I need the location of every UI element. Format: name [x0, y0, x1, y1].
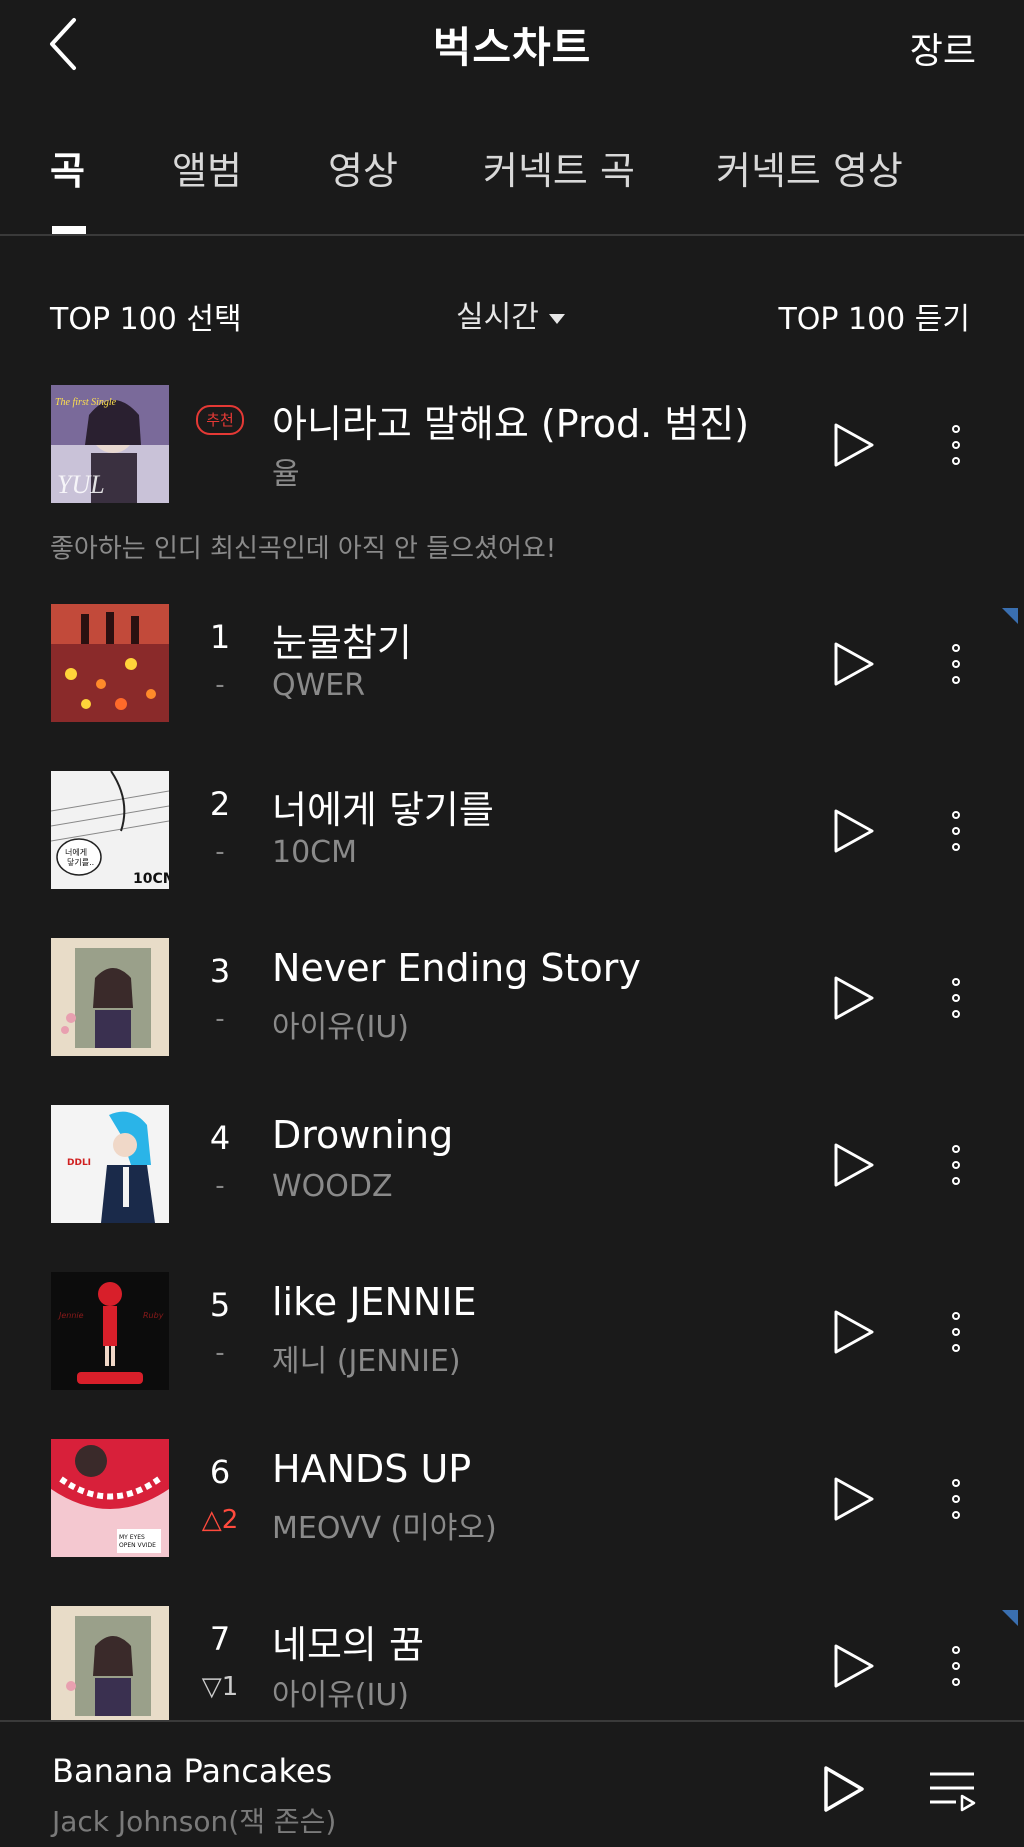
rank-change: -	[215, 1004, 225, 1034]
play-icon[interactable]	[832, 807, 876, 855]
artist-name[interactable]: MEOVV (미야오)	[272, 1503, 497, 1547]
artist-name[interactable]: 아이유(IU)	[272, 1002, 409, 1046]
recommend-badge: 추천	[196, 405, 244, 435]
artist-name[interactable]: QWER	[272, 668, 365, 703]
more-options-icon[interactable]	[946, 1310, 966, 1354]
rank-number: 2	[209, 785, 231, 823]
svg-text:DDLI: DDLI	[67, 1158, 91, 1168]
album-art: MY EYES OPEN VVIDE	[51, 1439, 169, 1557]
chart-row[interactable]: 1 - 눈물참기 QWER	[0, 604, 1024, 722]
artist-name[interactable]: 율	[272, 449, 300, 493]
song-title: like JENNIE	[272, 1280, 477, 1324]
chart-row[interactable]: Jennie Ruby 5 - like JENNIE 제니 (JENNIE)	[0, 1272, 1024, 1390]
rank-number: 6	[209, 1453, 231, 1491]
rank-number: 4	[209, 1119, 231, 1157]
more-options-icon[interactable]	[946, 1477, 966, 1521]
tab-connect-songs[interactable]: 커넥트 곡	[483, 140, 635, 195]
album-art: Jennie Ruby	[51, 1272, 169, 1390]
more-options-icon[interactable]	[946, 809, 966, 853]
now-playing-title: Banana Pancakes	[52, 1752, 333, 1790]
rank-number: 5	[209, 1286, 231, 1324]
period-dropdown[interactable]: 실시간	[456, 292, 565, 336]
song-title: 네모의 꿈	[272, 1623, 424, 1667]
caret-down-icon	[548, 313, 565, 324]
play-icon[interactable]	[832, 1475, 876, 1523]
recommended-row[interactable]: YUL The first Single 추천 아니라고 말해요 (Prod. …	[0, 385, 1024, 503]
more-options-icon[interactable]	[946, 1143, 966, 1187]
song-title: 너에게 닿기를	[272, 788, 494, 832]
chart-controls: TOP 100 선택 실시간 TOP 100 듣기	[0, 290, 1024, 340]
album-art	[51, 604, 169, 722]
chart-row[interactable]: 7 ▽1 네모의 꿈 아이유(IU)	[0, 1606, 1024, 1724]
svg-text:YUL: YUL	[57, 470, 105, 499]
corner-marker	[1002, 1610, 1018, 1626]
more-options-icon[interactable]	[946, 1644, 966, 1688]
song-title: Drowning	[272, 1113, 454, 1157]
more-options-icon[interactable]	[946, 976, 966, 1020]
svg-text:Ruby: Ruby	[143, 1311, 164, 1320]
rank-change: -	[215, 670, 225, 700]
svg-text:닿기를..: 닿기를..	[67, 858, 94, 867]
album-art: YUL The first Single	[51, 385, 169, 503]
tab-connect-videos[interactable]: 커넥트 영상	[716, 140, 903, 195]
album-art: DDLI	[51, 1105, 169, 1223]
artist-name[interactable]: 제니 (JENNIE)	[272, 1336, 461, 1380]
svg-text:10CM: 10CM	[133, 871, 169, 887]
tab-albums[interactable]: 앨범	[172, 140, 242, 195]
rank-number: 1	[209, 618, 231, 656]
play-icon[interactable]	[832, 1308, 876, 1356]
rank-change: △2	[201, 1505, 239, 1535]
player-play-icon[interactable]	[822, 1764, 866, 1814]
album-art	[51, 938, 169, 1056]
svg-text:OPEN VVIDE: OPEN VVIDE	[119, 1542, 156, 1549]
tab-songs[interactable]: 곡	[50, 140, 85, 195]
svg-text:너에게: 너에게	[65, 847, 87, 857]
period-label: 실시간	[456, 300, 539, 335]
chart-row[interactable]: 3 - Never Ending Story 아이유(IU)	[0, 938, 1024, 1056]
corner-marker	[1002, 608, 1018, 624]
play-icon[interactable]	[832, 1642, 876, 1690]
svg-text:MY EYES: MY EYES	[119, 1534, 145, 1541]
artist-name[interactable]: 아이유(IU)	[272, 1670, 409, 1714]
active-tab-indicator	[52, 226, 86, 234]
playlist-icon[interactable]	[928, 1768, 978, 1812]
recommend-message: 좋아하는 인디 최신곡인데 아직 안 들으셨어요!	[50, 534, 557, 564]
svg-text:Jennie: Jennie	[57, 1311, 84, 1320]
artist-name[interactable]: 10CM	[272, 835, 357, 870]
page-title: 벅스차트	[432, 23, 592, 72]
top100-listen-button[interactable]: TOP 100 듣기	[778, 294, 970, 338]
svg-text:The first Single: The first Single	[55, 397, 117, 408]
rank-number: 3	[209, 952, 231, 990]
play-icon[interactable]	[832, 974, 876, 1022]
album-art	[51, 1606, 169, 1724]
app-header: 벅스차트 장르	[0, 0, 1024, 90]
rank-change: -	[215, 837, 225, 867]
song-title: 눈물참기	[272, 621, 412, 665]
rank-number: 7	[209, 1620, 231, 1658]
tab-bar: 곡 앨범 영상 커넥트 곡 커넥트 영상	[0, 118, 1024, 236]
song-title: Never Ending Story	[272, 946, 641, 990]
play-icon[interactable]	[832, 640, 876, 688]
chart-row[interactable]: DDLI 4 - Drowning WOODZ	[0, 1105, 1024, 1223]
more-options-icon[interactable]	[946, 423, 966, 467]
play-icon[interactable]	[832, 1141, 876, 1189]
song-title: 아니라고 말해요 (Prod. 범진)	[272, 402, 750, 446]
genre-button[interactable]: 장르	[910, 22, 976, 74]
song-title: HANDS UP	[272, 1447, 472, 1491]
chart-row[interactable]: MY EYES OPEN VVIDE 6 △2 HANDS UP MEOVV (…	[0, 1439, 1024, 1557]
mini-player[interactable]: Banana Pancakes Jack Johnson(잭 존슨)	[0, 1720, 1024, 1847]
rank-change: -	[215, 1171, 225, 1201]
chart-row[interactable]: 너에게 닿기를.. 10CM 2 - 너에게 닿기를 10CM	[0, 771, 1024, 889]
artist-name[interactable]: WOODZ	[272, 1169, 393, 1204]
top100-select-button[interactable]: TOP 100 선택	[50, 294, 242, 338]
play-icon[interactable]	[832, 421, 876, 469]
now-playing-artist: Jack Johnson(잭 존슨)	[52, 1805, 337, 1838]
tab-videos[interactable]: 영상	[328, 140, 398, 195]
more-options-icon[interactable]	[946, 642, 966, 686]
album-art: 너에게 닿기를.. 10CM	[51, 771, 169, 889]
rank-change: ▽1	[201, 1672, 239, 1702]
rank-change: -	[215, 1338, 225, 1368]
